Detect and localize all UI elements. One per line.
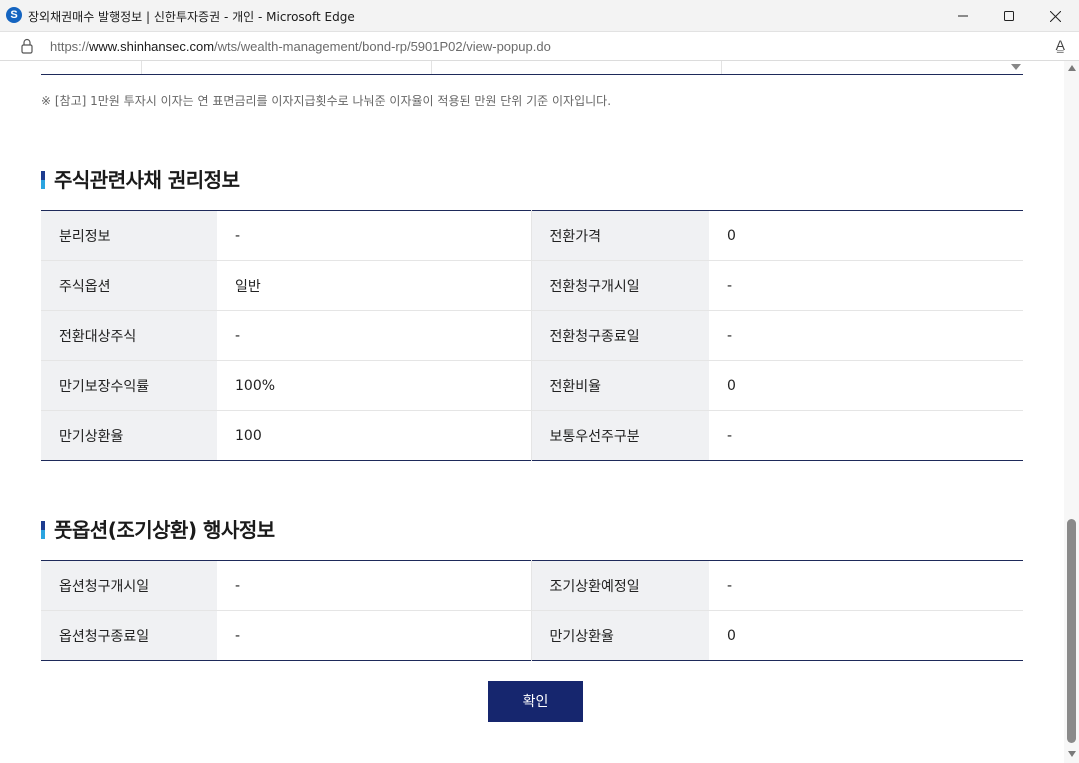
confirm-button[interactable]: 확인 [488, 681, 583, 722]
row-label: 전환가격 [531, 210, 709, 261]
table-row: 만기보장수익률 100% 전환비율 0 [41, 360, 1023, 411]
previous-table-bottom [41, 61, 1023, 75]
row-label: 분리정보 [41, 210, 217, 261]
maximize-icon [1004, 11, 1014, 21]
row-value: - [709, 560, 1023, 611]
close-window-button[interactable] [1032, 0, 1078, 32]
interest-note: ※ [참고] 1만원 투자시 이자는 연 표면금리를 이자지급횟수로 나눠준 이… [41, 94, 612, 108]
row-value: 0 [727, 627, 736, 644]
row-label: 전환청구종료일 [531, 310, 709, 361]
row-label: 전환비율 [531, 360, 709, 411]
table-row: 전환대상주식 - 전환청구종료일 - [41, 310, 1023, 361]
table-row: 만기상환율 100 보통우선주구분 - [41, 410, 1023, 461]
row-label: 옵션청구개시일 [41, 560, 217, 611]
section-marker-icon [41, 171, 45, 189]
row-value: - [217, 310, 532, 361]
table-row: 주식옵션 일반 전환청구개시일 - [41, 260, 1023, 311]
scroll-up-icon[interactable] [1068, 65, 1076, 71]
row-label: 만기상환율 [531, 610, 709, 661]
lock-icon[interactable] [20, 38, 34, 54]
table-row: 옵션청구개시일 - 조기상환예정일 - [41, 560, 1023, 611]
stock-rights-section-title: 주식관련사채 권리정보 [41, 169, 240, 191]
vertical-scrollbar[interactable] [1064, 61, 1079, 763]
row-value: 100 [217, 410, 532, 461]
row-value: 0 [709, 210, 1023, 261]
row-value: - [709, 310, 1023, 361]
window-title: 장외채권매수 발행정보 | 신한투자증권 - 개인 - Microsoft Ed… [28, 10, 355, 24]
row-value: - [217, 610, 532, 661]
row-value: - [709, 260, 1023, 311]
row-value: 0 [709, 360, 1023, 411]
shinhan-logo-icon: S [6, 7, 22, 23]
row-label: 조기상환예정일 [531, 560, 709, 611]
row-label: 옵션청구종료일 [41, 610, 217, 661]
row-label: 만기보장수익률 [41, 360, 217, 411]
table-row: 옵션청구종료일 - 만기상환율 0 [41, 610, 1023, 661]
row-value: 100% [217, 360, 532, 411]
maximize-button[interactable] [986, 0, 1032, 32]
row-label: 만기상환율 [41, 410, 217, 461]
row-value: - [217, 210, 532, 261]
url-text[interactable]: https://www.shinhansec.com/wts/wealth-ma… [50, 39, 551, 54]
minimize-icon [958, 15, 968, 17]
minimize-button[interactable] [940, 0, 986, 32]
window-titlebar: S 장외채권매수 발행정보 | 신한투자증권 - 개인 - Microsoft … [0, 0, 1079, 32]
row-value: - [217, 560, 532, 611]
row-label: 전환청구개시일 [531, 260, 709, 311]
close-icon [1049, 10, 1061, 22]
put-option-table: 옵션청구개시일 - 조기상환예정일 - 옵션청구종료일 - 만기상환율 0 [41, 560, 1023, 661]
put-option-section-title: 풋옵션(조기상환) 행사정보 [41, 519, 275, 541]
scroll-down-icon[interactable] [1068, 751, 1076, 757]
stock-rights-table: 분리정보 - 전환가격 0 주식옵션 일반 전환청구개시일 - 전환대상주식 -… [41, 210, 1023, 461]
row-label: 주식옵션 [41, 260, 217, 311]
row-label: 전환대상주식 [41, 310, 217, 361]
read-aloud-icon[interactable]: A͇ [1056, 37, 1065, 53]
chevron-down-icon [1011, 64, 1021, 70]
table-row: 분리정보 - 전환가격 0 [41, 210, 1023, 261]
row-label: 보통우선주구분 [531, 410, 709, 461]
address-bar[interactable]: https://www.shinhansec.com/wts/wealth-ma… [0, 32, 1079, 61]
row-value: - [727, 427, 733, 444]
page-content: ※ [참고] 1만원 투자시 이자는 연 표면금리를 이자지급횟수로 나눠준 이… [0, 61, 1064, 763]
scroll-thumb[interactable] [1067, 519, 1076, 743]
row-value: 일반 [217, 260, 532, 311]
section-marker-icon [41, 521, 45, 539]
